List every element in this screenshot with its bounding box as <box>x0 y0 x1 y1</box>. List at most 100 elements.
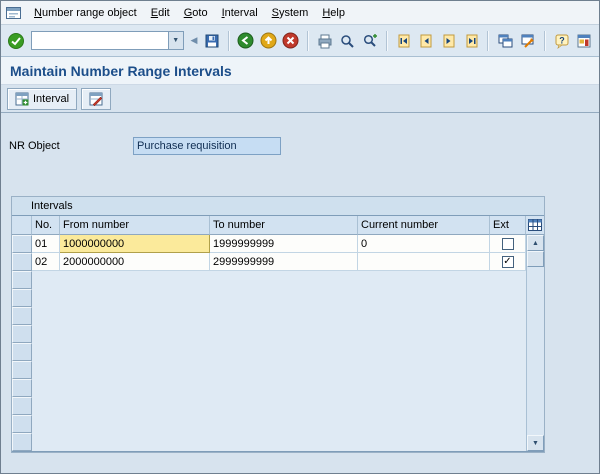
table-row-empty <box>12 415 526 433</box>
ext-checkbox[interactable] <box>502 238 514 250</box>
find-next-button[interactable] <box>359 29 381 53</box>
help-button[interactable]: ? <box>551 29 573 53</box>
header-current-number[interactable]: Current number <box>358 216 490 235</box>
exit-button[interactable] <box>257 29 279 53</box>
toolbar-separator <box>228 31 230 51</box>
toolbar-separator <box>386 31 388 51</box>
scroll-up-button[interactable]: ▲ <box>527 235 544 251</box>
row-selector[interactable] <box>12 433 32 451</box>
enter-button[interactable] <box>5 29 27 53</box>
cell-ext: ✓ <box>490 253 526 271</box>
row-selector[interactable] <box>12 325 32 343</box>
interval-grid-plus-icon <box>15 92 29 106</box>
menu-item-edit[interactable]: Edit <box>144 4 177 22</box>
customize-layout-button[interactable] <box>573 29 595 53</box>
menu-item-help[interactable]: Help <box>315 4 352 22</box>
print-button[interactable] <box>314 29 336 53</box>
intervals-group-title: Intervals <box>12 197 544 215</box>
previous-page-button[interactable] <box>415 29 437 53</box>
menu-item-goto[interactable]: Goto <box>177 4 215 22</box>
row-selector[interactable] <box>12 397 32 415</box>
cell-current-number[interactable] <box>358 253 490 271</box>
application-toolbar: Interval <box>1 85 599 113</box>
nr-object-field[interactable]: Purchase requisition <box>133 137 281 155</box>
table-row-empty <box>12 361 526 379</box>
cell-to-number[interactable]: 1999999999 <box>210 235 358 253</box>
cell-from-number[interactable]: 1000000000 <box>60 235 210 253</box>
header-to-number[interactable]: To number <box>210 216 358 235</box>
intervals-header-row: No. From number To number Current number… <box>12 216 544 235</box>
find-button[interactable] <box>336 29 358 53</box>
table-row-empty <box>12 271 526 289</box>
cell-ext <box>490 235 526 253</box>
content-area: NR Object Purchase requisition Intervals… <box>1 113 599 473</box>
command-field[interactable] <box>32 32 168 49</box>
scroll-down-button[interactable]: ▼ <box>527 435 544 451</box>
cell-no: 02 <box>32 253 60 271</box>
intervals-group: Intervals No. From number To number Curr… <box>11 196 545 453</box>
row-selector[interactable] <box>12 343 32 361</box>
save-button[interactable] <box>201 29 223 53</box>
grid-pencil-icon <box>89 92 103 106</box>
back-button[interactable] <box>235 29 257 53</box>
command-field-wrap: ▼ <box>31 31 184 50</box>
table-row-empty <box>12 397 526 415</box>
row-selector[interactable] <box>12 361 32 379</box>
menu-item-number-range-object[interactable]: Number range object <box>27 4 144 22</box>
page-title: Maintain Number Range Intervals <box>10 63 232 79</box>
menu-item-system[interactable]: System <box>265 4 316 22</box>
intervals-table: No. From number To number Current number… <box>12 215 544 452</box>
titlebar: Maintain Number Range Intervals <box>1 57 599 85</box>
table-row-empty <box>12 289 526 307</box>
nr-object-row: NR Object Purchase requisition <box>9 137 281 155</box>
row-selector[interactable] <box>12 253 32 271</box>
table-row[interactable]: 01 1000000000 1999999999 0 <box>12 235 526 253</box>
header-ext[interactable]: Ext <box>490 216 526 235</box>
ext-checkbox[interactable]: ✓ <box>502 256 514 268</box>
command-field-dropdown[interactable]: ▼ <box>168 32 183 49</box>
row-selector[interactable] <box>12 415 32 433</box>
table-settings-button[interactable] <box>526 216 544 235</box>
vertical-scrollbar[interactable]: ▲ ▼ <box>526 235 544 451</box>
table-row[interactable]: 02 2000000000 2999999999 ✓ <box>12 253 526 271</box>
table-row-empty <box>12 343 526 361</box>
next-page-button[interactable] <box>438 29 460 53</box>
row-selector[interactable] <box>12 307 32 325</box>
cell-from-number[interactable]: 2000000000 <box>60 253 210 271</box>
svg-text:?: ? <box>559 35 565 45</box>
first-page-button[interactable] <box>393 29 415 53</box>
cancel-button[interactable] <box>280 29 302 53</box>
toolbar-separator <box>487 31 489 51</box>
create-shortcut-button[interactable] <box>517 29 539 53</box>
collapse-command-field-button[interactable]: ◀ <box>188 31 201 51</box>
last-page-button[interactable] <box>461 29 483 53</box>
display-change-button[interactable] <box>81 88 111 110</box>
toolbar-separator <box>307 31 309 51</box>
row-selector[interactable] <box>12 271 32 289</box>
menubar: Number range object Edit Goto Interval S… <box>1 1 599 25</box>
nr-object-label: NR Object <box>9 140 133 152</box>
header-no[interactable]: No. <box>32 216 60 235</box>
row-selector[interactable] <box>12 379 32 397</box>
row-selector[interactable] <box>12 235 32 253</box>
sap-window: Number range object Edit Goto Interval S… <box>0 0 600 474</box>
toolbar-separator <box>544 31 546 51</box>
scrollbar-thumb[interactable] <box>527 251 544 267</box>
cell-current-number[interactable]: 0 <box>358 235 490 253</box>
scrollbar-track[interactable] <box>527 267 544 435</box>
row-selector[interactable] <box>12 289 32 307</box>
new-session-button[interactable] <box>494 29 516 53</box>
table-row-empty <box>12 307 526 325</box>
table-row-empty <box>12 325 526 343</box>
table-row-empty <box>12 433 526 451</box>
intervals-rows: 01 1000000000 1999999999 0 02 2000000000… <box>12 235 526 451</box>
intervals-body-wrap: 01 1000000000 1999999999 0 02 2000000000… <box>12 235 544 451</box>
select-all-header-cell[interactable] <box>12 216 32 235</box>
interval-button-label: Interval <box>33 93 69 105</box>
cell-to-number[interactable]: 2999999999 <box>210 253 358 271</box>
header-from-number[interactable]: From number <box>60 216 210 235</box>
menu-item-interval[interactable]: Interval <box>215 4 265 22</box>
cell-no: 01 <box>32 235 60 253</box>
interval-button[interactable]: Interval <box>7 88 77 110</box>
system-menu-icon[interactable] <box>6 6 21 20</box>
